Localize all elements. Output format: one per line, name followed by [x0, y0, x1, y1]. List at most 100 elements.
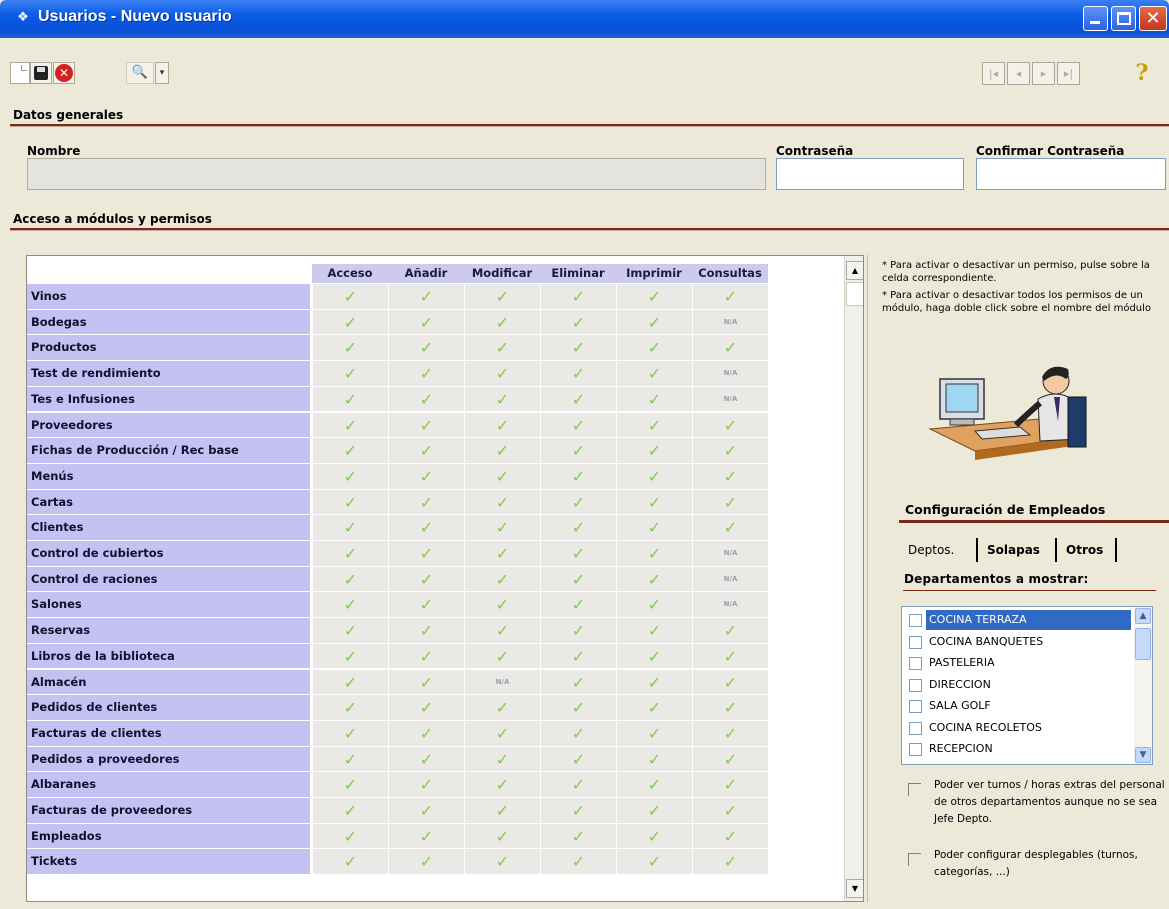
- permission-check-cell[interactable]: ✓: [464, 746, 540, 773]
- module-name[interactable]: Tickets: [27, 849, 310, 876]
- permission-check-cell[interactable]: ✓: [692, 823, 768, 850]
- permission-check-cell[interactable]: ✓: [616, 669, 692, 696]
- permission-check-cell[interactable]: ✓: [540, 515, 616, 541]
- permission-check-cell[interactable]: ✓: [388, 361, 464, 387]
- permission-check-cell[interactable]: ✓: [692, 720, 768, 747]
- contrasena-input[interactable]: [776, 158, 964, 190]
- list-item[interactable]: SALA GOLF: [907, 696, 1131, 717]
- last-record-button[interactable]: ▸|: [1057, 62, 1080, 85]
- minimize-button[interactable]: [1083, 6, 1108, 31]
- permission-check-cell[interactable]: ✓: [540, 746, 616, 773]
- checkbox[interactable]: [908, 783, 921, 796]
- permission-check-cell[interactable]: ✓: [616, 592, 692, 619]
- permission-na-cell[interactable]: N/A: [692, 566, 768, 593]
- permission-na-cell[interactable]: N/A: [692, 592, 768, 619]
- permission-check-cell[interactable]: ✓: [616, 386, 692, 413]
- permission-check-cell[interactable]: ✓: [312, 412, 388, 439]
- permission-check-cell[interactable]: ✓: [464, 489, 540, 516]
- permission-check-cell[interactable]: ✓: [388, 643, 464, 670]
- permission-na-cell[interactable]: N/A: [692, 309, 768, 336]
- permission-check-cell[interactable]: ✓: [388, 566, 464, 593]
- module-name[interactable]: Reservas: [27, 618, 310, 644]
- permission-check-cell[interactable]: ✓: [692, 463, 768, 490]
- permission-check-cell[interactable]: ✓: [616, 489, 692, 516]
- permission-check-cell[interactable]: ✓: [692, 284, 768, 310]
- module-name[interactable]: Bodegas: [27, 309, 310, 336]
- permission-check-cell[interactable]: ✓: [312, 361, 388, 387]
- permission-check-cell[interactable]: ✓: [388, 798, 464, 824]
- permission-check-cell[interactable]: ✓: [388, 386, 464, 413]
- permission-check-cell[interactable]: ✓: [616, 284, 692, 310]
- permission-check-cell[interactable]: ✓: [388, 335, 464, 362]
- permission-check-cell[interactable]: ✓: [616, 643, 692, 670]
- permission-check-cell[interactable]: ✓: [540, 618, 616, 644]
- permission-check-cell[interactable]: ✓: [312, 772, 388, 798]
- checkbox[interactable]: [909, 678, 922, 692]
- module-name[interactable]: Proveedores: [27, 412, 310, 439]
- module-name[interactable]: Tes e Infusiones: [27, 386, 310, 413]
- checkbox[interactable]: [909, 700, 922, 713]
- permission-check-cell[interactable]: ✓: [312, 798, 388, 824]
- permission-check-cell[interactable]: ✓: [540, 309, 616, 336]
- maximize-button[interactable]: [1111, 6, 1136, 31]
- permission-check-cell[interactable]: ✓: [464, 618, 540, 644]
- cancel-button[interactable]: ✕: [53, 62, 75, 84]
- option-configure-dropdowns[interactable]: Poder configurar desplegables (turnos, c…: [906, 847, 1166, 907]
- permission-check-cell[interactable]: ✓: [464, 695, 540, 721]
- nombre-input[interactable]: [27, 158, 766, 190]
- help-button[interactable]: ?: [1129, 60, 1155, 86]
- list-item[interactable]: DIRECCION: [907, 675, 1131, 696]
- find-button[interactable]: 🔍: [126, 62, 154, 84]
- departments-scrollbar[interactable]: ▲ ▼: [1134, 607, 1152, 764]
- permission-check-cell[interactable]: ✓: [388, 438, 464, 464]
- list-item[interactable]: PASTELERIA: [907, 653, 1131, 674]
- permission-check-cell[interactable]: ✓: [540, 798, 616, 824]
- permission-check-cell[interactable]: ✓: [616, 309, 692, 336]
- permission-check-cell[interactable]: ✓: [692, 669, 768, 696]
- close-button[interactable]: ✕: [1139, 6, 1167, 31]
- list-item[interactable]: COCINA TERRAZA: [907, 610, 1131, 631]
- permission-check-cell[interactable]: ✓: [692, 438, 768, 464]
- option-view-other-shifts[interactable]: Poder ver turnos / horas extras del pers…: [906, 777, 1166, 837]
- module-name[interactable]: Facturas de clientes: [27, 720, 310, 747]
- permission-check-cell[interactable]: ✓: [540, 643, 616, 670]
- permission-check-cell[interactable]: ✓: [692, 515, 768, 541]
- module-name[interactable]: Cartas: [27, 489, 310, 516]
- permission-check-cell[interactable]: ✓: [540, 438, 616, 464]
- tab-solapas[interactable]: Solapas: [987, 540, 1040, 560]
- permission-check-cell[interactable]: ✓: [540, 695, 616, 721]
- permission-check-cell[interactable]: ✓: [616, 746, 692, 773]
- permission-check-cell[interactable]: ✓: [312, 284, 388, 310]
- module-name[interactable]: Clientes: [27, 515, 310, 541]
- permission-check-cell[interactable]: ✓: [692, 798, 768, 824]
- permission-check-cell[interactable]: ✓: [692, 849, 768, 876]
- permission-na-cell[interactable]: N/A: [464, 669, 540, 696]
- permission-check-cell[interactable]: ✓: [312, 438, 388, 464]
- first-record-button[interactable]: |◂: [982, 62, 1005, 85]
- permission-check-cell[interactable]: ✓: [616, 823, 692, 850]
- checkbox[interactable]: [909, 743, 922, 756]
- permission-check-cell[interactable]: ✓: [540, 361, 616, 387]
- permission-check-cell[interactable]: ✓: [312, 592, 388, 619]
- permission-check-cell[interactable]: ✓: [540, 284, 616, 310]
- permission-check-cell[interactable]: ✓: [464, 720, 540, 747]
- module-name[interactable]: Libros de la biblioteca: [27, 643, 310, 670]
- permission-check-cell[interactable]: ✓: [312, 541, 388, 567]
- module-name[interactable]: Salones: [27, 592, 310, 619]
- module-name[interactable]: Control de cubiertos: [27, 541, 310, 567]
- permission-na-cell[interactable]: N/A: [692, 361, 768, 387]
- checkbox[interactable]: [909, 721, 922, 735]
- grid-scrollbar[interactable]: ▲ ▼: [844, 256, 863, 901]
- confirmar-contrasena-input[interactable]: [976, 158, 1166, 190]
- permission-check-cell[interactable]: ✓: [692, 618, 768, 644]
- list-item[interactable]: RECEPCION: [907, 739, 1131, 760]
- permission-check-cell[interactable]: ✓: [692, 746, 768, 773]
- permission-check-cell[interactable]: ✓: [312, 335, 388, 362]
- permission-check-cell[interactable]: ✓: [464, 643, 540, 670]
- permission-check-cell[interactable]: ✓: [464, 515, 540, 541]
- permission-check-cell[interactable]: ✓: [540, 772, 616, 798]
- tab-deptos[interactable]: Deptos.: [908, 540, 954, 560]
- permission-check-cell[interactable]: ✓: [388, 284, 464, 310]
- permission-check-cell[interactable]: ✓: [616, 566, 692, 593]
- checkbox[interactable]: [908, 853, 921, 866]
